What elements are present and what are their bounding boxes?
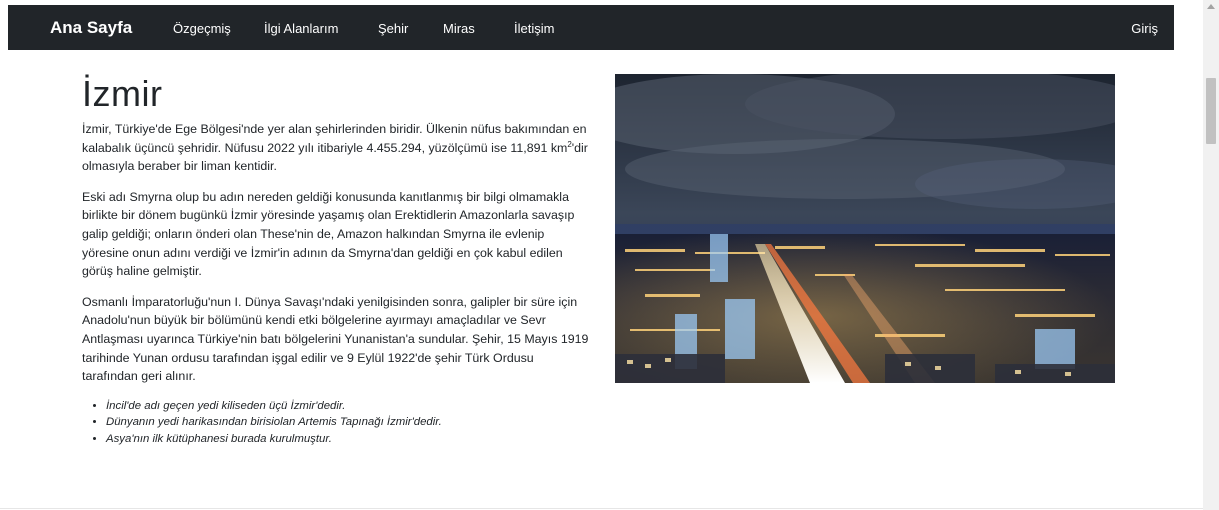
scroll-up-arrow-icon[interactable] — [1207, 4, 1215, 9]
scrollbar-thumb[interactable] — [1206, 78, 1216, 144]
page-scrollbar[interactable] — [1203, 0, 1219, 510]
paragraph-intro-text: İzmir, Türkiye'de Ege Bölgesi'nde yer al… — [82, 122, 587, 155]
top-strip — [0, 0, 1203, 3]
nav-link-miras[interactable]: Miras — [443, 21, 514, 36]
izmir-night-photo — [615, 74, 1115, 383]
nav-links: Özgeçmiş İlgi Alanlarım Şehir Miras İlet… — [173, 21, 584, 36]
nav-link-sehir[interactable]: Şehir — [378, 21, 443, 36]
navbar: Ana Sayfa Özgeçmiş İlgi Alanlarım Şehir … — [8, 5, 1174, 50]
list-item: Asya'nın ilk kütüphanesi burada kurulmuş… — [106, 431, 592, 448]
list-item: İncil'de adı geçen yedi kiliseden üçü İz… — [106, 398, 592, 415]
nav-link-ilgi-alanlarim[interactable]: İlgi Alanlarım — [264, 21, 378, 36]
brand-home-link[interactable]: Ana Sayfa — [50, 18, 132, 38]
paragraph-intro: İzmir, Türkiye'de Ege Bölgesi'nde yer al… — [82, 120, 592, 176]
facts-list: İncil'de adı geçen yedi kiliseden üçü İz… — [82, 398, 592, 448]
page-title: İzmir — [82, 73, 163, 114]
divider — [0, 508, 1203, 509]
login-link[interactable]: Giriş — [1131, 21, 1158, 36]
list-item: Dünyanın yedi harikasından birisiolan Ar… — [106, 414, 592, 431]
paragraph-history-war: Osmanlı İmparatorluğu'nun I. Dünya Savaş… — [82, 294, 589, 384]
nav-link-ozgecmis[interactable]: Özgeçmiş — [173, 21, 264, 36]
paragraph-history-name: Eski adı Smyrna olup bu adın nereden gel… — [82, 189, 575, 279]
article-content: İzmir İzmir, Türkiye'de Ege Bölgesi'nde … — [82, 74, 592, 447]
nav-link-iletisim[interactable]: İletişim — [514, 21, 584, 36]
